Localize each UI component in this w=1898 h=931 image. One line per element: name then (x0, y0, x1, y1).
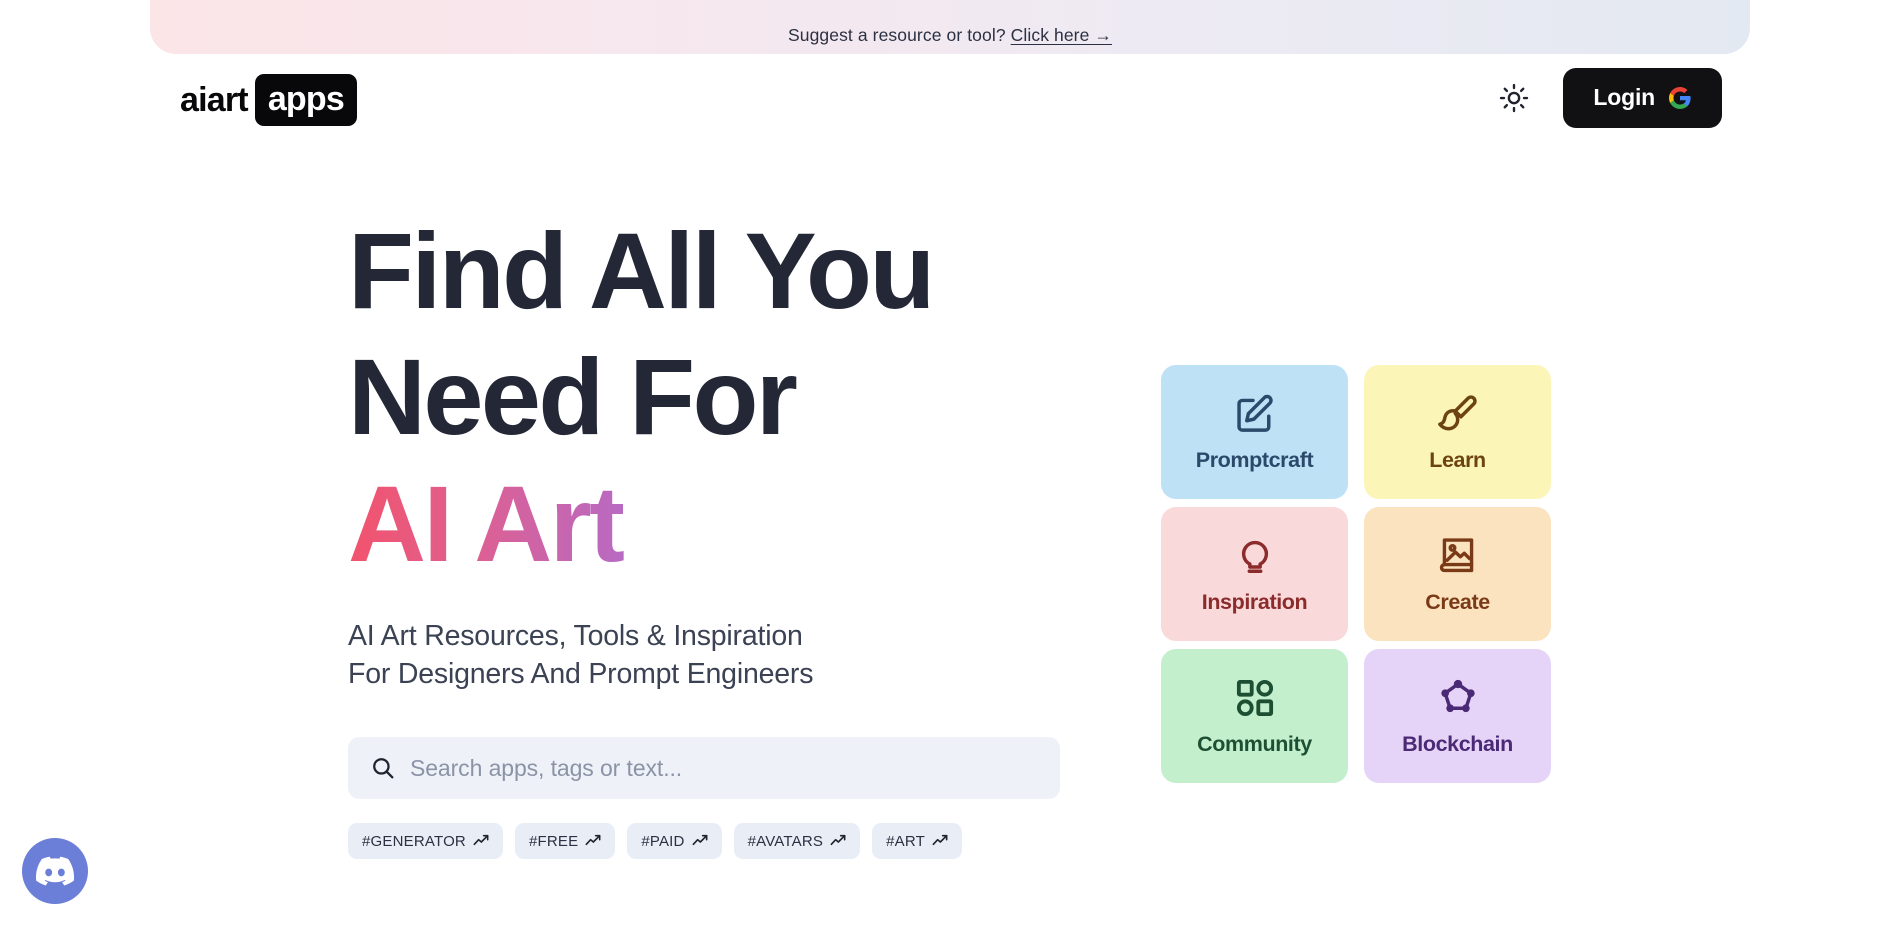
tag-label: #ART (886, 832, 925, 850)
tile-learn[interactable]: Learn (1364, 365, 1551, 499)
subtitle-line-1: AI Art Resources, Tools & Inspiration (348, 620, 803, 653)
logo-badge: apps (254, 74, 357, 126)
tile-label: Create (1425, 589, 1490, 614)
tag-generator[interactable]: #GENERATOR (348, 823, 503, 860)
sun-icon (1500, 83, 1529, 113)
tile-label: Promptcraft (1195, 447, 1314, 472)
login-button[interactable]: Login (1563, 68, 1722, 128)
tag-art[interactable]: #ART (872, 823, 962, 860)
trending-up-icon (692, 835, 708, 846)
google-g-icon (1669, 86, 1691, 109)
headline-line-1: Find All You (348, 210, 935, 331)
logo-word: aiart (180, 81, 249, 119)
tag-label: #AVATARS (747, 832, 824, 850)
tile-inspiration[interactable]: Inspiration (1161, 507, 1348, 641)
photo-book-icon (1436, 534, 1480, 578)
announcement-link[interactable]: Click here → (1011, 25, 1112, 45)
tile-label: Learn (1429, 447, 1486, 472)
headline-line-2: Need For (348, 336, 798, 458)
category-tiles-grid: Promptcraft Learn Inspiration Create Com… (1161, 365, 1551, 783)
shapes-grid-icon (1233, 676, 1277, 720)
discord-icon (36, 856, 74, 886)
announcement-message: Suggest a resource or tool? (787, 25, 1006, 45)
subtitle-line-2: For Designers And Prompt Engineers (348, 658, 814, 691)
search-bar[interactable] (348, 737, 1060, 800)
site-logo[interactable]: aiart apps (180, 74, 357, 126)
trending-up-icon (585, 835, 601, 846)
tag-label: #GENERATOR (362, 832, 466, 850)
search-input[interactable] (410, 754, 1038, 782)
lightbulb-icon (1233, 534, 1277, 578)
discord-floating-button[interactable] (22, 838, 88, 904)
search-icon (373, 758, 394, 779)
site-header: aiart apps Login (0, 62, 1898, 148)
announcement-banner: Suggest a resource or tool? Click here → (150, 0, 1750, 54)
theme-toggle-button[interactable] (1497, 81, 1531, 115)
hero-section: Find All You Need For AI Art AI Art Reso… (348, 208, 1078, 860)
headline-line-3: AI Art (348, 461, 1078, 587)
announcement-text: Suggest a resource or tool? Click here → (788, 25, 1112, 46)
tile-community[interactable]: Community (1161, 649, 1348, 783)
hero-subtitle: AI Art Resources, Tools & Inspiration Fo… (348, 617, 1078, 693)
paintbrush-icon (1436, 392, 1480, 436)
trending-tags-list: #GENERATOR #FREE #PAID #AVATARS #ART (348, 823, 1078, 860)
landing-page: Suggest a resource or tool? Click here →… (0, 0, 1898, 931)
tag-avatars[interactable]: #AVATARS (733, 823, 861, 860)
tile-label: Community (1197, 731, 1312, 756)
tile-create[interactable]: Create (1364, 507, 1551, 641)
pencil-square-icon (1233, 392, 1277, 436)
trending-up-icon (830, 835, 846, 846)
tag-label: #FREE (528, 832, 579, 850)
trending-up-icon (473, 835, 489, 846)
tile-label: Inspiration (1201, 589, 1308, 614)
tag-paid[interactable]: #PAID (627, 823, 722, 860)
tile-promptcraft[interactable]: Promptcraft (1161, 365, 1348, 499)
trending-up-icon (932, 835, 948, 846)
blockchain-nodes-icon (1436, 676, 1480, 720)
page-title: Find All You Need For AI Art (348, 208, 1078, 587)
tag-free[interactable]: #FREE (514, 823, 616, 860)
tile-label: Blockchain (1402, 731, 1513, 756)
login-label: Login (1593, 84, 1655, 110)
tag-label: #PAID (641, 832, 685, 850)
header-actions: Login (1497, 68, 1722, 128)
tile-blockchain[interactable]: Blockchain (1364, 649, 1551, 783)
